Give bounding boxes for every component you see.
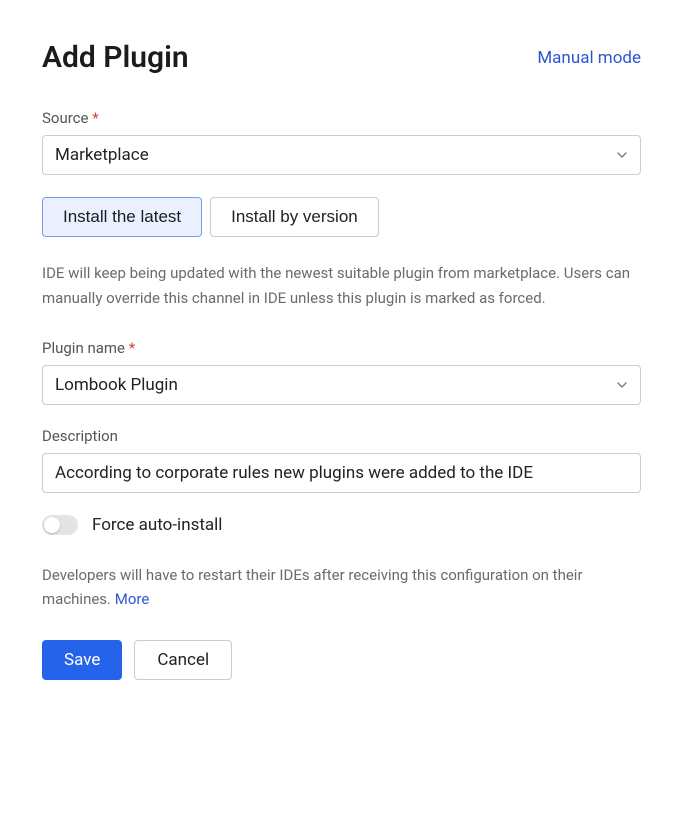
- plugin-name-label: Plugin name: [42, 339, 641, 357]
- toggle-knob: [44, 517, 60, 533]
- manual-mode-link[interactable]: Manual mode: [537, 48, 641, 68]
- install-mode-segmented: Install the latest Install by version: [42, 197, 641, 237]
- source-select[interactable]: Marketplace: [42, 135, 641, 175]
- install-mode-help: IDE will keep being updated with the new…: [42, 261, 641, 311]
- install-by-version-button[interactable]: Install by version: [210, 197, 379, 237]
- plugin-name-value: Lombook Plugin: [55, 375, 178, 395]
- force-auto-install-toggle[interactable]: [42, 515, 78, 535]
- cancel-button[interactable]: Cancel: [134, 640, 232, 680]
- page-title: Add Plugin: [42, 40, 189, 75]
- description-label: Description: [42, 427, 641, 445]
- chevron-down-icon: [616, 379, 628, 391]
- description-input[interactable]: [42, 453, 641, 493]
- chevron-down-icon: [616, 149, 628, 161]
- source-value: Marketplace: [55, 145, 149, 165]
- install-latest-button[interactable]: Install the latest: [42, 197, 202, 237]
- force-auto-install-label: Force auto-install: [92, 515, 222, 535]
- save-button[interactable]: Save: [42, 640, 122, 680]
- restart-help: Developers will have to restart their ID…: [42, 563, 641, 613]
- more-link[interactable]: More: [115, 590, 150, 608]
- plugin-name-select[interactable]: Lombook Plugin: [42, 365, 641, 405]
- source-label: Source: [42, 109, 641, 127]
